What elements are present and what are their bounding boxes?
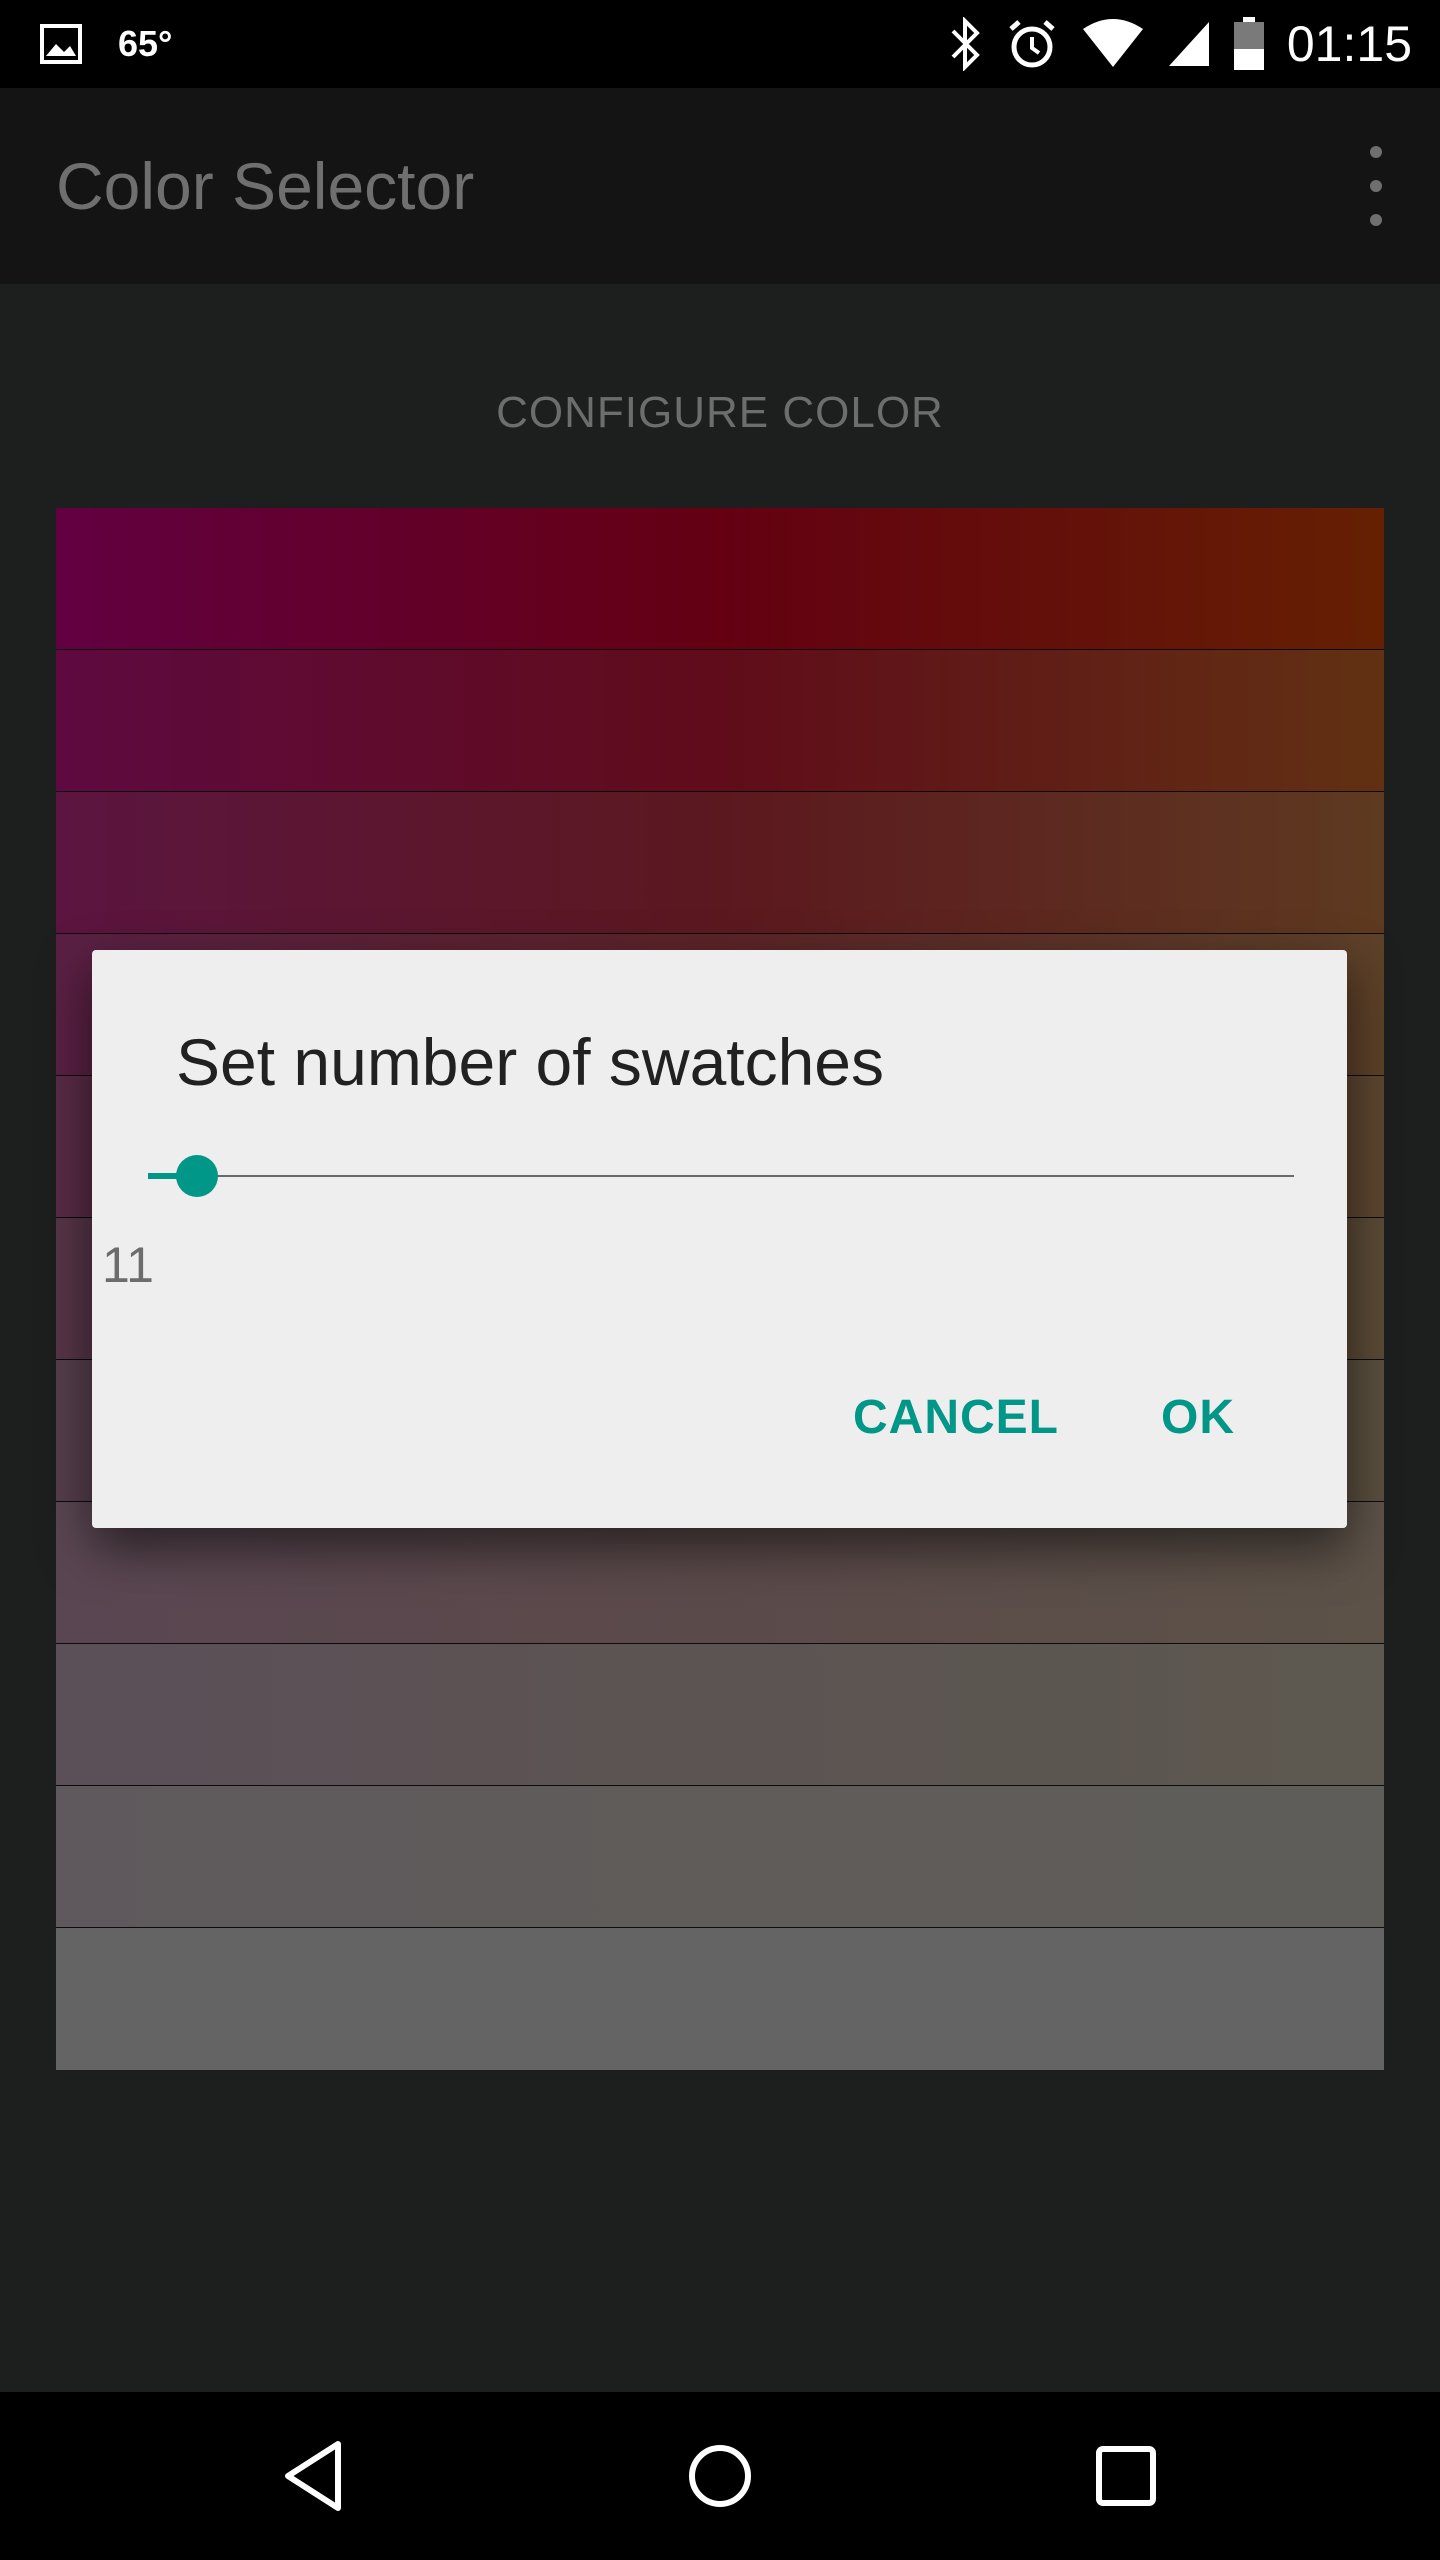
alarm-icon [1005, 17, 1059, 71]
slider-track[interactable] [148, 1175, 1294, 1177]
ok-button[interactable]: OK [1161, 1390, 1235, 1445]
slider-thumb[interactable] [176, 1155, 218, 1197]
color-swatch[interactable] [56, 1786, 1384, 1928]
battery-icon [1233, 17, 1265, 71]
temperature-label: 65° [118, 23, 173, 64]
wifi-icon [1081, 19, 1145, 69]
color-swatch[interactable] [56, 792, 1384, 934]
recents-icon[interactable] [1086, 2436, 1166, 2516]
clock-time: 01:15 [1286, 16, 1412, 72]
configure-color-button[interactable]: CONFIGURE COLOR [0, 388, 1440, 438]
cell-signal-icon [1167, 20, 1211, 68]
image-icon [40, 24, 82, 64]
navigation-bar [0, 2392, 1440, 2560]
cancel-button[interactable]: CANCEL [853, 1390, 1059, 1445]
app-title: Color Selector [56, 149, 475, 223]
swatch-count-dialog: Set number of swatches 11 CANCEL OK [92, 950, 1347, 1528]
color-swatch[interactable] [56, 1928, 1384, 2070]
status-bar: 65° 01:15 [0, 0, 1440, 88]
dialog-title: Set number of swatches [176, 1025, 885, 1099]
color-swatch[interactable] [56, 650, 1384, 792]
bluetooth-icon [949, 17, 983, 71]
back-icon[interactable] [276, 2436, 356, 2516]
color-swatch[interactable] [56, 1644, 1384, 1786]
swatch-count-slider[interactable] [148, 1146, 1294, 1206]
app-bar: Color Selector [0, 88, 1440, 284]
more-vert-icon[interactable] [1356, 146, 1396, 226]
color-swatch[interactable] [56, 508, 1384, 650]
home-icon[interactable] [680, 2436, 760, 2516]
slider-value: 11 [102, 1237, 154, 1293]
